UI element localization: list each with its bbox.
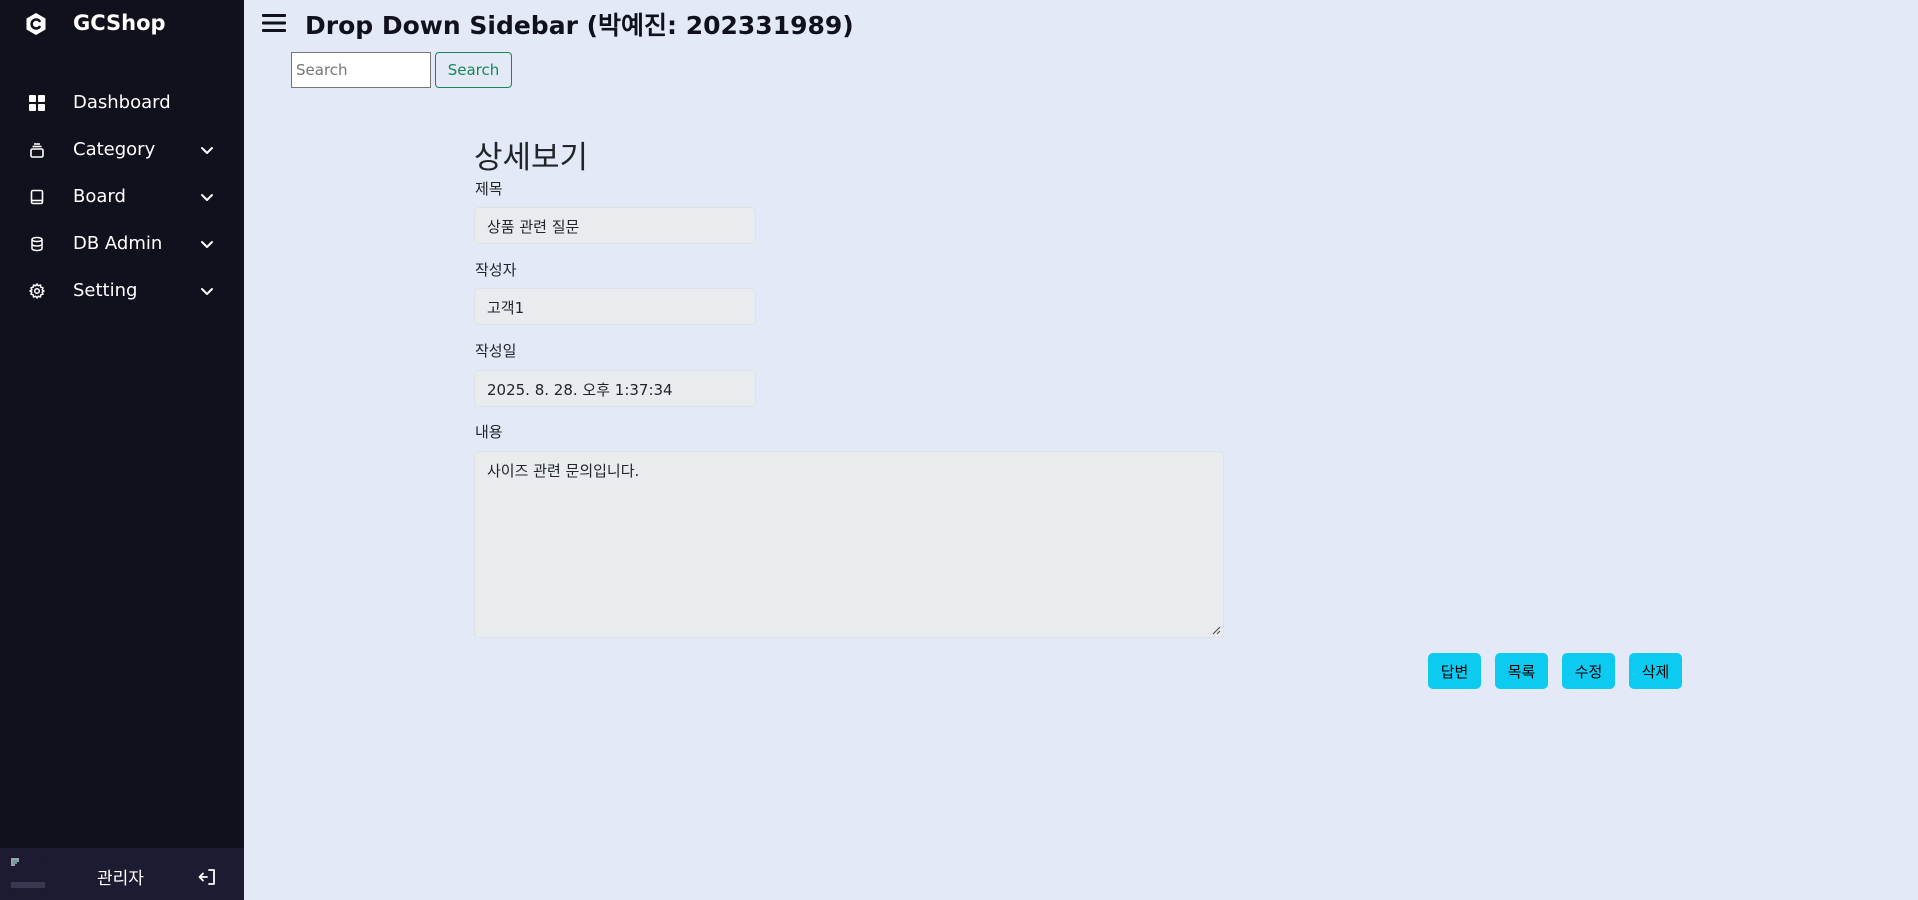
brand-name: GCShop: [73, 11, 166, 35]
detail-heading: 상세보기: [474, 140, 589, 176]
hamburger-menu-icon[interactable]: [262, 12, 286, 34]
chevron-down-icon[interactable]: [199, 189, 215, 205]
date-field[interactable]: 2025. 8. 28. 오후 1:37:34: [474, 370, 756, 407]
chevron-down-icon[interactable]: [199, 236, 215, 252]
search-input[interactable]: [291, 52, 431, 88]
author-label: 작성자: [475, 261, 517, 279]
dashboard-grid-icon: [28, 94, 46, 112]
category-layers-icon: [28, 141, 46, 159]
chevron-down-icon[interactable]: [199, 142, 215, 158]
page-title: Drop Down Sidebar (박예진: 202331989): [305, 11, 854, 40]
sidebar-item-db-admin[interactable]: DB Admin: [0, 220, 244, 267]
content-label: 내용: [475, 423, 503, 441]
sidebar-item-setting[interactable]: Setting: [0, 267, 244, 314]
resize-grip-icon[interactable]: [1211, 625, 1221, 635]
content-textarea[interactable]: 사이즈 관련 문의입니다.: [474, 451, 1224, 638]
gear-icon: [28, 282, 46, 300]
book-icon: [28, 188, 46, 206]
sidebar-item-label: Board: [73, 186, 126, 207]
list-button[interactable]: 목록: [1495, 653, 1548, 689]
sidebar-item-label: DB Admin: [73, 233, 163, 254]
content-text: 사이즈 관련 문의입니다.: [487, 462, 640, 480]
sidebar-item-category[interactable]: Category: [0, 126, 244, 173]
sidebar-item-label: Category: [73, 139, 156, 160]
edit-button[interactable]: 수정: [1562, 653, 1615, 689]
search-button[interactable]: Search: [435, 52, 512, 88]
sidebar: GCShop Dashboard Category Board DB Admin…: [0, 0, 244, 900]
author-field[interactable]: 고객1: [474, 288, 756, 325]
sidebar-item-dashboard[interactable]: Dashboard: [0, 79, 244, 126]
sidebar-item-label: Setting: [73, 280, 138, 301]
avatar: [9, 856, 47, 894]
title-field[interactable]: 상품 관련 질문: [474, 207, 756, 244]
brand-hexagon-icon: [26, 13, 46, 35]
sidebar-item-label: Dashboard: [73, 92, 171, 113]
database-icon: [28, 235, 46, 253]
delete-button[interactable]: 삭제: [1629, 653, 1682, 689]
brand-logo[interactable]: GCShop: [0, 0, 244, 48]
logout-icon[interactable]: [198, 867, 218, 887]
reply-button[interactable]: 답변: [1428, 653, 1481, 689]
date-label: 작성일: [475, 342, 517, 360]
chevron-down-icon[interactable]: [199, 283, 215, 299]
title-label: 제목: [475, 180, 503, 198]
profile-name: 관리자: [97, 869, 144, 889]
sidebar-item-board[interactable]: Board: [0, 173, 244, 220]
